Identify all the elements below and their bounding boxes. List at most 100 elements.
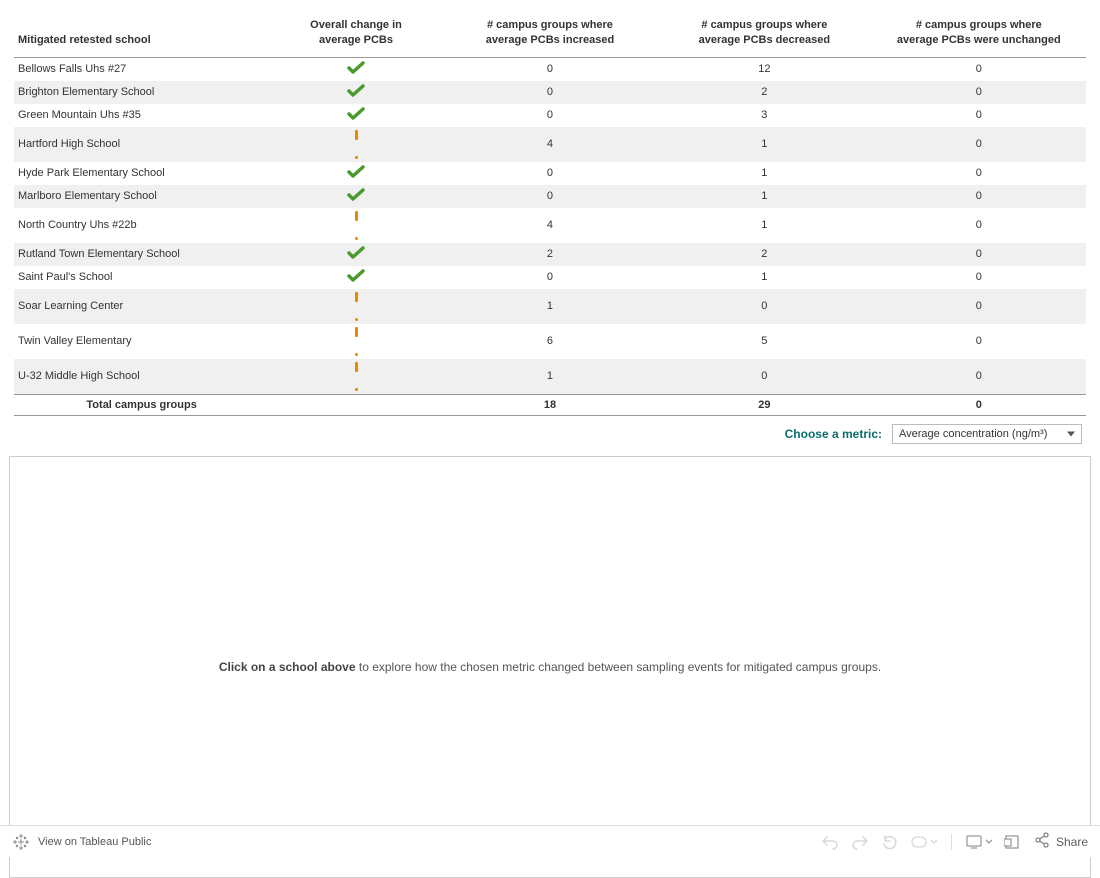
header-unchanged[interactable]: # campus groups where average PCBs were … xyxy=(872,12,1086,57)
cell-school[interactable]: Rutland Town Elementary School xyxy=(14,243,269,266)
total-status xyxy=(269,394,443,415)
metric-control-row: Choose a metric: Average concentration (… xyxy=(0,416,1100,450)
check-icon xyxy=(347,274,365,286)
table-row[interactable]: Bellows Falls Uhs #270120 xyxy=(14,57,1086,81)
header-overall[interactable]: Overall change in average PCBs xyxy=(269,12,443,57)
check-icon xyxy=(347,66,365,78)
check-icon xyxy=(347,89,365,101)
cell-increased: 0 xyxy=(443,162,657,185)
exclamation-icon xyxy=(355,211,358,240)
total-unchanged: 0 xyxy=(872,394,1086,415)
table-row[interactable]: Saint Paul's School010 xyxy=(14,266,1086,289)
pause-dropdown-icon[interactable] xyxy=(911,834,937,850)
cell-increased: 0 xyxy=(443,57,657,81)
cell-decreased: 1 xyxy=(657,208,871,243)
footer-toolbar: View on Tableau Public xyxy=(0,825,1100,857)
share-button[interactable]: Share xyxy=(1034,832,1088,851)
cell-status xyxy=(269,208,443,243)
header-school[interactable]: Mitigated retested school xyxy=(14,12,269,57)
tableau-public-link[interactable]: View on Tableau Public xyxy=(12,833,151,851)
cell-unchanged: 0 xyxy=(872,289,1086,324)
header-decreased-l1: # campus groups where xyxy=(701,19,827,31)
check-icon xyxy=(347,112,365,124)
tableau-logo-icon xyxy=(12,833,30,851)
header-overall-l2: average PCBs xyxy=(319,34,393,46)
cell-unchanged: 0 xyxy=(872,359,1086,395)
fullscreen-icon[interactable] xyxy=(1004,834,1020,850)
cell-increased: 4 xyxy=(443,208,657,243)
viz-prompt-rest: to explore how the chosen metric changed… xyxy=(356,660,882,674)
metric-label: Choose a metric: xyxy=(785,427,882,441)
schools-table: Mitigated retested school Overall change… xyxy=(14,12,1086,416)
table-row[interactable]: Twin Valley Elementary650 xyxy=(14,324,1086,359)
cell-decreased: 0 xyxy=(657,289,871,324)
history-group xyxy=(821,834,937,850)
cell-decreased: 5 xyxy=(657,324,871,359)
cell-decreased: 1 xyxy=(657,127,871,162)
redo-icon[interactable] xyxy=(851,834,869,850)
share-label: Share xyxy=(1056,835,1088,849)
cell-decreased: 3 xyxy=(657,104,871,127)
undo-icon[interactable] xyxy=(821,834,839,850)
check-icon xyxy=(347,170,365,182)
header-increased-l2: average PCBs increased xyxy=(486,34,614,46)
exclamation-icon xyxy=(355,292,358,321)
cell-school[interactable]: Hartford High School xyxy=(14,127,269,162)
device-preview-icon[interactable] xyxy=(966,834,992,850)
header-decreased[interactable]: # campus groups where average PCBs decre… xyxy=(657,12,871,57)
cell-status xyxy=(269,243,443,266)
table-row[interactable]: U-32 Middle High School100 xyxy=(14,359,1086,395)
share-icon xyxy=(1034,832,1050,851)
exclamation-icon xyxy=(355,362,358,391)
table-row[interactable]: Green Mountain Uhs #35030 xyxy=(14,104,1086,127)
header-increased[interactable]: # campus groups where average PCBs incre… xyxy=(443,12,657,57)
cell-school[interactable]: North Country Uhs #22b xyxy=(14,208,269,243)
cell-status xyxy=(269,127,443,162)
footer-left: View on Tableau Public xyxy=(12,833,151,851)
metric-dropdown[interactable]: Average concentration (ng/m³) xyxy=(892,424,1082,444)
total-label: Total campus groups xyxy=(14,394,269,415)
check-icon xyxy=(347,193,365,205)
exclamation-icon xyxy=(355,327,358,356)
table-row[interactable]: Rutland Town Elementary School220 xyxy=(14,243,1086,266)
cell-school[interactable]: Bellows Falls Uhs #27 xyxy=(14,57,269,81)
cell-decreased: 0 xyxy=(657,359,871,395)
header-unchanged-l2: average PCBs were unchanged xyxy=(897,34,1061,46)
table-row[interactable]: Soar Learning Center100 xyxy=(14,289,1086,324)
cell-school[interactable]: U-32 Middle High School xyxy=(14,359,269,395)
table-row[interactable]: Hartford High School410 xyxy=(14,127,1086,162)
cell-unchanged: 0 xyxy=(872,266,1086,289)
cell-decreased: 1 xyxy=(657,162,871,185)
table-row[interactable]: North Country Uhs #22b 410 xyxy=(14,208,1086,243)
cell-decreased: 2 xyxy=(657,243,871,266)
cell-school[interactable]: Soar Learning Center xyxy=(14,289,269,324)
cell-increased: 4 xyxy=(443,127,657,162)
cell-school[interactable]: Marlboro Elementary School xyxy=(14,185,269,208)
cell-increased: 0 xyxy=(443,185,657,208)
viz-area[interactable]: Click on a school above to explore how t… xyxy=(9,456,1091,878)
cell-status xyxy=(269,104,443,127)
header-increased-l1: # campus groups where xyxy=(487,19,613,31)
total-increased: 18 xyxy=(443,394,657,415)
cell-status xyxy=(269,266,443,289)
cell-school[interactable]: Green Mountain Uhs #35 xyxy=(14,104,269,127)
cell-increased: 0 xyxy=(443,104,657,127)
cell-school[interactable]: Hyde Park Elementary School xyxy=(14,162,269,185)
cell-increased: 1 xyxy=(443,289,657,324)
cell-unchanged: 0 xyxy=(872,185,1086,208)
tableau-public-label: View on Tableau Public xyxy=(38,836,151,848)
cell-increased: 2 xyxy=(443,243,657,266)
cell-status xyxy=(269,57,443,81)
check-icon xyxy=(347,251,365,263)
cell-unchanged: 0 xyxy=(872,208,1086,243)
table-row[interactable]: Hyde Park Elementary School010 xyxy=(14,162,1086,185)
device-group xyxy=(966,834,1020,850)
cell-increased: 6 xyxy=(443,324,657,359)
cell-school[interactable]: Saint Paul's School xyxy=(14,266,269,289)
cell-school[interactable]: Brighton Elementary School xyxy=(14,81,269,104)
table-row[interactable]: Brighton Elementary School020 xyxy=(14,81,1086,104)
replay-icon[interactable] xyxy=(881,834,899,850)
viz-prompt-bold: Click on a school above xyxy=(219,660,356,674)
cell-school[interactable]: Twin Valley Elementary xyxy=(14,324,269,359)
table-row[interactable]: Marlboro Elementary School010 xyxy=(14,185,1086,208)
